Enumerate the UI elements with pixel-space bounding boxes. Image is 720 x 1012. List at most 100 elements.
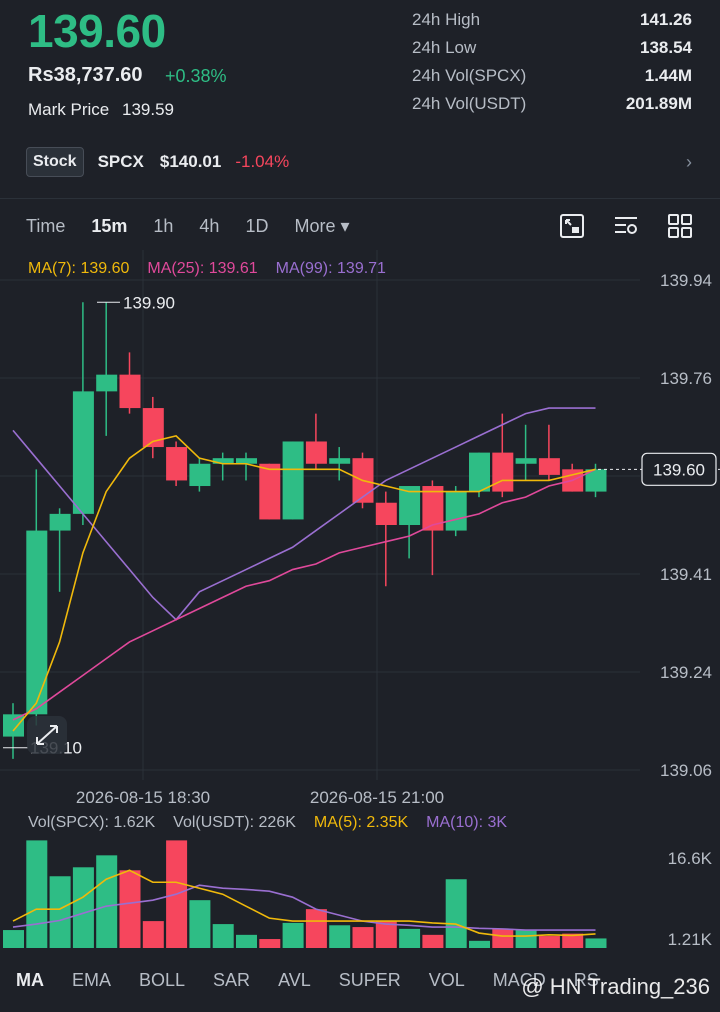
stat-24h-vol-base: 24h Vol(SPCX) 1.44M xyxy=(412,66,692,94)
change-percent: +0.38% xyxy=(165,66,227,86)
candle-body xyxy=(189,463,211,487)
vol-ma5-legend: MA(5): 2.35K xyxy=(313,814,409,831)
stock-banner[interactable]: Stock SPCX $140.01 -1.04% › xyxy=(26,145,696,179)
y-tick-label: 139.24 xyxy=(660,663,712,682)
volume-bar xyxy=(282,922,304,948)
candle-body xyxy=(96,374,118,392)
indicator-settings-icon[interactable] xyxy=(558,212,586,240)
stats-panel: 24h High 141.26 24h Low 138.54 24h Vol(S… xyxy=(412,10,692,122)
vol-base-legend: Vol(SPCX): 1.62K xyxy=(28,814,156,831)
volume-bar xyxy=(585,938,607,948)
stat-label: 24h Vol(USDT) xyxy=(412,94,527,113)
candlestick-chart[interactable]: 139.94 139.76 139.41 139.24 139.06 139.90 139.… xyxy=(0,250,720,810)
volume-bar xyxy=(119,870,141,948)
stock-change: -1.04% xyxy=(235,152,290,171)
tab-1d[interactable]: 1D xyxy=(245,216,268,237)
x-tick-label: 2026-08-15 18:30 xyxy=(76,788,210,807)
current-price-label: 139.60 xyxy=(653,460,705,479)
candle-body xyxy=(445,491,467,531)
volume-bar xyxy=(445,879,467,948)
candle-body xyxy=(492,452,514,492)
ind-ema[interactable]: EMA xyxy=(72,970,111,991)
candle-body xyxy=(236,458,257,464)
vol-y-tick-label: 1.21K xyxy=(668,930,713,949)
tab-4h[interactable]: 4h xyxy=(199,216,219,237)
volume-bar xyxy=(189,900,211,948)
x-tick-label: 2026-08-15 21:00 xyxy=(310,788,444,807)
candle-body xyxy=(49,513,71,531)
mark-price-label: Mark Price xyxy=(28,100,110,119)
candle-body xyxy=(538,458,560,475)
volume-bar xyxy=(305,909,327,948)
ind-ma[interactable]: MA xyxy=(16,970,44,991)
stat-24h-high: 24h High 141.26 xyxy=(412,10,692,38)
tab-more[interactable]: More ▾ xyxy=(294,216,349,237)
stat-value: 1.44M xyxy=(644,66,692,85)
candle-body xyxy=(329,458,351,464)
tab-time[interactable]: Time xyxy=(26,216,65,237)
volume-bar xyxy=(469,940,490,948)
stat-24h-vol-quote: 24h Vol(USDT) 201.89M xyxy=(412,94,692,122)
candle-body xyxy=(282,441,304,520)
y-tick-label: 139.41 xyxy=(660,565,712,584)
vol-quote-legend: Vol(USDT): 226K xyxy=(173,814,296,831)
stat-value: 138.54 xyxy=(640,38,692,57)
high-marker-label: 139.90 xyxy=(123,293,175,312)
stat-label: 24h High xyxy=(412,10,481,29)
candle-body xyxy=(305,441,327,464)
volume-bar xyxy=(492,928,514,948)
fiat-price: Rs38,737.60 xyxy=(28,64,143,86)
layout-grid-icon[interactable] xyxy=(666,212,694,240)
volume-bar xyxy=(236,934,257,948)
candle-body xyxy=(72,391,94,514)
ind-boll[interactable]: BOLL xyxy=(139,970,185,991)
tab-1h[interactable]: 1h xyxy=(153,216,173,237)
volume-bar xyxy=(142,921,164,948)
vol-y-tick-label: 16.6K xyxy=(668,849,713,868)
volume-bar xyxy=(72,867,94,948)
vol-ma10-legend: MA(10): 3K xyxy=(426,814,508,831)
mark-price-value: 139.59 xyxy=(122,100,174,119)
stat-value: 141.26 xyxy=(640,10,692,29)
ind-vol[interactable]: VOL xyxy=(429,970,465,991)
candle-body xyxy=(3,714,24,737)
stat-label: 24h Low xyxy=(412,38,477,57)
volume-bar xyxy=(96,855,118,948)
section-divider xyxy=(0,198,720,199)
watermark: @ HN Trading_236 xyxy=(521,974,710,999)
ind-sar[interactable]: SAR xyxy=(213,970,250,991)
ind-super[interactable]: SUPER xyxy=(339,970,401,991)
candle-body xyxy=(515,458,537,464)
volume-bar xyxy=(212,924,234,948)
y-tick-label: 139.76 xyxy=(660,369,712,388)
volume-bar xyxy=(26,840,48,948)
volume-bar xyxy=(399,928,421,948)
volume-bar xyxy=(352,927,374,948)
y-tick-label: 139.06 xyxy=(660,761,712,780)
chevron-right-icon[interactable]: › xyxy=(686,152,692,173)
stat-label: 24h Vol(SPCX) xyxy=(412,66,527,85)
stock-price: $140.01 xyxy=(159,152,222,171)
candle-body xyxy=(259,463,281,520)
stat-24h-low: 24h Low 138.54 xyxy=(412,38,692,66)
volume-bar xyxy=(538,936,560,948)
last-price: 139.60 xyxy=(28,5,166,57)
candle-body xyxy=(469,452,490,492)
ma99-line xyxy=(12,407,596,621)
stock-symbol: SPCX xyxy=(97,152,144,171)
candle-body xyxy=(375,502,397,525)
volume-bar xyxy=(3,930,24,948)
candle-body xyxy=(166,447,188,481)
volume-bar xyxy=(422,934,444,948)
candle-body xyxy=(26,530,48,715)
volume-bar xyxy=(259,939,281,948)
candle-body xyxy=(119,374,141,409)
tab-15m[interactable]: 15m xyxy=(91,216,127,237)
stat-value: 201.89M xyxy=(625,94,692,113)
volume-chart[interactable]: 16.6K 1.21K xyxy=(0,836,720,952)
chart-settings-icon[interactable] xyxy=(612,212,640,240)
ind-avl[interactable]: AVL xyxy=(278,970,311,991)
volume-bar xyxy=(515,930,537,948)
volume-legend: Vol(SPCX): 1.62K Vol(USDT): 226K MA(5): … xyxy=(28,814,507,832)
ma7-line xyxy=(12,435,596,732)
